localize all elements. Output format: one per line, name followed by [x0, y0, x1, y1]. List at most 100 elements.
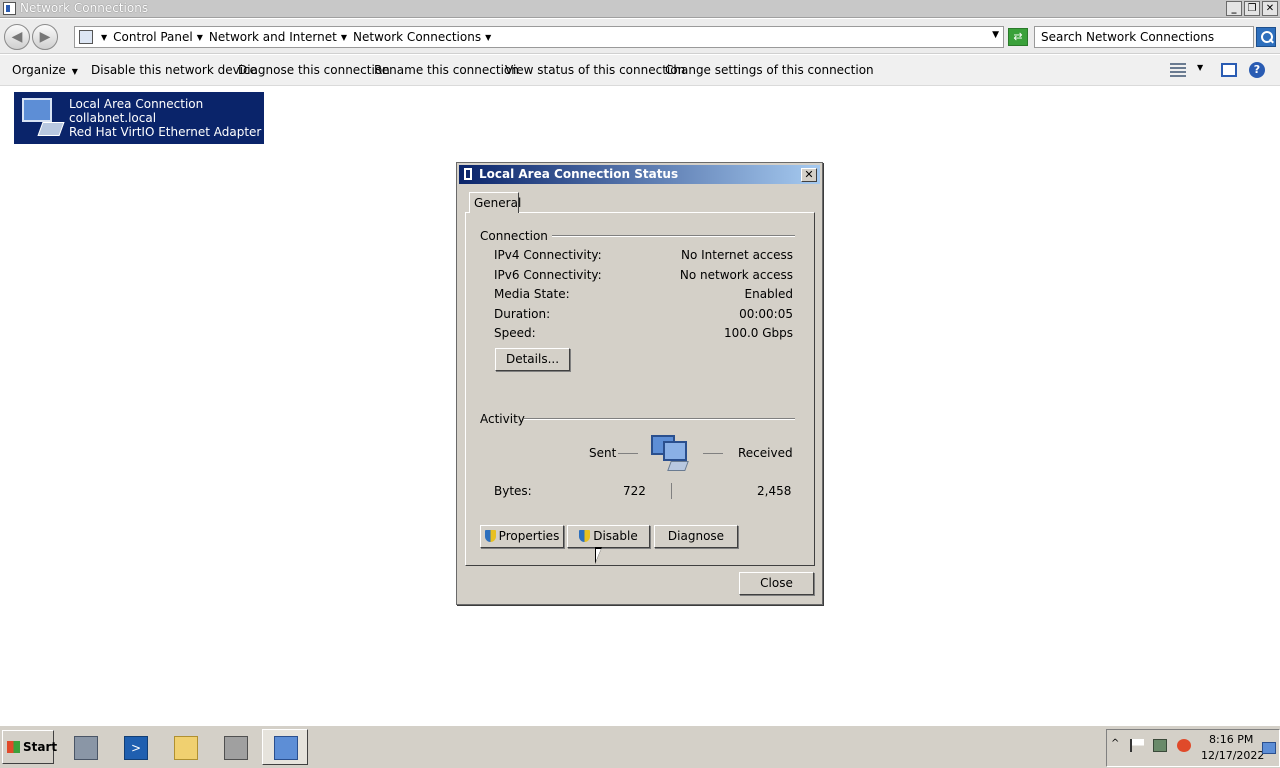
ipv4-value: No Internet access: [680, 248, 793, 262]
ipv6-value: No network access: [679, 268, 793, 282]
address-history-dropdown[interactable]: ▼: [992, 30, 999, 40]
taskbar-server-manager[interactable]: [62, 729, 108, 765]
windows-logo-icon: [7, 741, 20, 753]
dialog-title-bar: Local Area Connection Status ✕: [459, 165, 820, 184]
taskbar: Start > ^ 8:16 PM 12/17/2022: [0, 725, 1280, 768]
control-panel-icon: [274, 736, 298, 760]
connection-network: collabnet.local: [69, 111, 157, 125]
forward-button[interactable]: ▶: [32, 24, 58, 50]
address-bar[interactable]: ▼ Control Panel ▼ Network and Internet ▼…: [74, 26, 1004, 48]
received-line: [703, 453, 723, 454]
window-title-bar: Network Connections _ ❐ ✕: [0, 0, 1280, 18]
show-desktop-icon[interactable]: [1262, 742, 1276, 754]
organize-label: Organize: [12, 63, 66, 77]
chevron-down-icon[interactable]: ▼: [101, 33, 107, 42]
network-plug-icon: [464, 168, 472, 180]
rename-connection-button[interactable]: Rename this connection: [374, 63, 519, 77]
breadcrumb: ▼ Control Panel ▼ Network and Internet ▼…: [97, 30, 497, 44]
chevron-down-icon[interactable]: ▼: [1197, 63, 1203, 72]
clock-date[interactable]: 12/17/2022: [1201, 749, 1264, 762]
breadcrumb-network-and-internet[interactable]: Network and Internet: [209, 30, 337, 44]
bytes-divider: [671, 483, 672, 499]
speed-label: Speed:: [494, 326, 536, 340]
duration-value: 00:00:05: [739, 307, 793, 321]
chevron-down-icon[interactable]: ▼: [197, 33, 203, 42]
organize-button[interactable]: Organize ▼: [12, 63, 78, 77]
received-label: Received: [738, 446, 793, 460]
network-activity-icon: [651, 435, 693, 475]
volume-muted-icon[interactable]: [1177, 739, 1191, 752]
change-settings-button[interactable]: Change settings of this connection: [665, 63, 874, 77]
action-center-flag-icon[interactable]: [1130, 739, 1144, 752]
server-manager-icon: [74, 736, 98, 760]
close-button[interactable]: ✕: [1262, 1, 1278, 16]
media-state-value: Enabled: [744, 287, 794, 301]
disable-device-button[interactable]: Disable this network device: [91, 63, 257, 77]
control-panel-icon: [79, 30, 93, 44]
window-controls: _ ❐ ✕: [1226, 1, 1278, 16]
sent-label: Sent: [589, 446, 617, 460]
address-row: ◀ ▶ ▼ Control Panel ▼ Network and Intern…: [0, 19, 1280, 54]
network-tray-icon[interactable]: [1153, 739, 1167, 752]
sent-line: [618, 453, 638, 454]
chevron-down-icon: ▼: [71, 67, 78, 76]
powershell-icon: >: [124, 736, 148, 760]
connection-name: Local Area Connection: [69, 97, 204, 111]
refresh-button[interactable]: ⇄: [1008, 28, 1028, 46]
bytes-received-value: 2,458: [757, 484, 792, 498]
connection-group-label: Connection: [480, 229, 548, 243]
connection-adapter: Red Hat VirtIO Ethernet Adapter: [69, 125, 262, 139]
duration-label: Duration:: [494, 307, 551, 321]
breadcrumb-network-connections[interactable]: Network Connections: [353, 30, 481, 44]
breadcrumb-control-panel[interactable]: Control Panel: [113, 30, 193, 44]
view-status-button[interactable]: View status of this connection: [505, 63, 685, 77]
search-input[interactable]: Search Network Connections: [1034, 26, 1254, 48]
mouse-cursor: [595, 547, 602, 564]
admin-tools-icon: [224, 736, 248, 760]
activity-group-label: Activity: [480, 412, 525, 426]
connection-details: Local Area Connection collabnet.local Re…: [69, 97, 261, 139]
chevron-down-icon[interactable]: ▼: [485, 33, 491, 42]
ipv4-label: IPv4 Connectivity:: [494, 248, 602, 262]
search-icon[interactable]: [1256, 27, 1276, 47]
show-hidden-icons-icon[interactable]: ^: [1111, 739, 1125, 752]
uac-shield-icon: [484, 530, 496, 542]
ipv6-label: IPv6 Connectivity:: [494, 268, 602, 282]
dialog-title: Local Area Connection Status: [479, 167, 679, 181]
network-connections-icon: [3, 2, 16, 15]
details-button[interactable]: Details...: [495, 348, 570, 371]
window-title: Network Connections: [20, 1, 149, 15]
close-dialog-button[interactable]: Close: [739, 572, 814, 595]
taskbar-powershell[interactable]: >: [112, 729, 158, 765]
tab-general[interactable]: General: [469, 192, 521, 213]
clock-time[interactable]: 8:16 PM: [1209, 733, 1253, 746]
local-area-connection-item[interactable]: Local Area Connection collabnet.local Re…: [14, 92, 264, 144]
disable-label: Disable: [593, 529, 638, 543]
divider: [524, 418, 795, 420]
change-view-icon[interactable]: [1170, 63, 1186, 77]
taskbar-explorer[interactable]: [162, 729, 208, 765]
divider: [552, 235, 795, 237]
start-label: Start: [23, 740, 58, 754]
dialog-close-icon[interactable]: ✕: [801, 168, 817, 182]
connection-status-dialog: Local Area Connection Status ✕ General C…: [456, 162, 823, 605]
properties-label: Properties: [498, 529, 560, 543]
command-bar: Organize ▼ Disable this network device Di…: [0, 55, 1280, 86]
restore-button[interactable]: ❐: [1244, 1, 1260, 16]
network-adapter-icon: [18, 96, 66, 140]
minimize-button[interactable]: _: [1226, 1, 1242, 16]
folder-icon: [174, 736, 198, 760]
start-button[interactable]: Start: [2, 730, 58, 764]
properties-button[interactable]: Properties: [480, 525, 564, 548]
bytes-sent-value: 722: [623, 484, 646, 498]
taskbar-network-connections[interactable]: [262, 729, 308, 765]
taskbar-admin-tools[interactable]: [212, 729, 258, 765]
media-state-label: Media State:: [494, 287, 570, 301]
back-button[interactable]: ◀: [4, 24, 30, 50]
disable-button[interactable]: Disable: [567, 525, 650, 548]
chevron-down-icon[interactable]: ▼: [341, 33, 347, 42]
diagnose-button[interactable]: Diagnose: [654, 525, 738, 548]
help-icon[interactable]: ?: [1249, 62, 1265, 78]
diagnose-connection-button[interactable]: Diagnose this connection: [238, 63, 390, 77]
preview-pane-icon[interactable]: [1221, 63, 1237, 77]
